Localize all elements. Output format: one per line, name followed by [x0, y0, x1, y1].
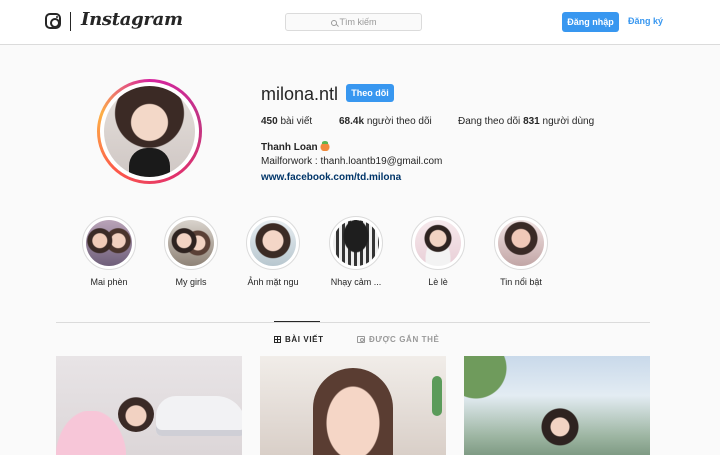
profile-username: milona.ntl [261, 84, 339, 104]
followers-label: người theo dõi [366, 116, 432, 127]
highlight-nhay-cam[interactable] [329, 216, 383, 270]
highlight-tin-noi-bat[interactable] [494, 216, 548, 270]
posts-label: bài viết [280, 116, 313, 127]
profile-website-link[interactable]: www.facebook.com/td.milona [261, 172, 401, 183]
following-prefix: Đang theo dõi [458, 116, 521, 127]
tab-tagged[interactable]: ĐƯỢC GẮN THẺ [357, 335, 439, 344]
stat-followers[interactable]: 68.4k người theo dõi [339, 116, 432, 127]
highlight-label: Lè lè [428, 277, 448, 287]
posts-count: 450 [261, 116, 278, 127]
tab-posts-label: BÀI VIẾT [285, 335, 324, 344]
post-thumbnail[interactable] [260, 356, 446, 455]
highlight-label: My girls [175, 277, 207, 287]
peach-emoji-icon [320, 141, 331, 151]
top-navigation-bar: Instagram Tìm kiếm Đăng nhập Đăng ký [0, 0, 720, 45]
post-photo-subject [118, 396, 154, 432]
highlight-label: Nhạy cảm ... [330, 277, 382, 287]
follow-button[interactable]: Theo dõi [346, 84, 394, 102]
highlight-cover [415, 220, 461, 266]
highlight-cover [250, 220, 296, 266]
active-tab-indicator [274, 321, 320, 322]
tab-tagged-label: ĐƯỢC GẮN THẺ [369, 335, 440, 344]
post-photo-subject [313, 368, 393, 455]
tagged-user-icon [357, 336, 365, 343]
post-photo-detail [432, 376, 442, 416]
highlight-label: Mai phèn [90, 277, 128, 287]
instagram-wordmark[interactable]: Instagram [81, 9, 183, 30]
profile-full-name: Thanh Loan [261, 141, 331, 153]
post-photo-subject [540, 406, 580, 455]
profile-avatar-story-ring[interactable] [97, 79, 202, 184]
search-placeholder: Tìm kiếm [339, 17, 377, 27]
followers-count: 68.4k [339, 116, 365, 127]
highlight-cover [333, 220, 379, 266]
post-photo-detail [464, 356, 524, 416]
logo-divider [70, 12, 71, 31]
highlight-my-girls[interactable] [164, 216, 218, 270]
stat-following[interactable]: Đang theo dõi 831 người dùng [458, 116, 594, 127]
highlight-le-le[interactable] [411, 216, 465, 270]
highlight-cover [498, 220, 544, 266]
grid-icon [274, 336, 281, 343]
highlight-cover [168, 220, 214, 266]
profile-bio: Mailforwork : thanh.loantb19@gmail.com [261, 156, 443, 167]
following-count: 831 [523, 116, 540, 127]
post-thumbnail[interactable] [464, 356, 650, 455]
stat-posts: 450 bài viết [261, 116, 312, 127]
avatar [104, 86, 195, 177]
full-name-text: Thanh Loan [261, 142, 318, 153]
instagram-camera-icon[interactable] [45, 13, 61, 29]
following-label: người dùng [542, 116, 595, 127]
highlight-label: Tin nổi bật [500, 277, 542, 287]
tab-posts[interactable]: BÀI VIẾT [274, 335, 324, 344]
login-button[interactable]: Đăng nhập [562, 12, 619, 32]
highlight-cover [86, 220, 132, 266]
highlight-anh-mat-ngu[interactable] [246, 216, 300, 270]
search-input[interactable]: Tìm kiếm [285, 13, 422, 31]
signup-link[interactable]: Đăng ký [628, 16, 663, 26]
highlight-label: Ảnh mặt ngu [247, 277, 299, 287]
tabs-divider [56, 322, 650, 323]
search-icon [330, 20, 337, 26]
highlight-mai-phen[interactable] [82, 216, 136, 270]
post-thumbnail[interactable] [56, 356, 242, 455]
